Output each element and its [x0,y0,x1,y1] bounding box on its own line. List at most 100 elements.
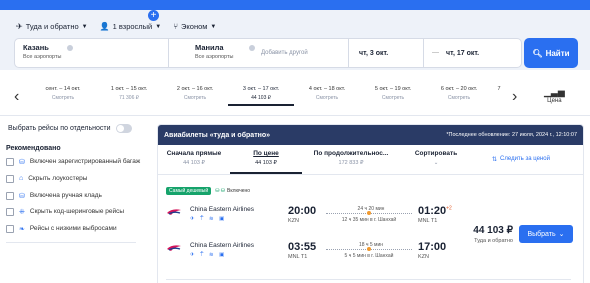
date-range: сент. – 14 окт. [45,86,81,92]
date-cell[interactable]: 5 окт. – 19 окт. Смотреть [360,86,426,106]
sort-value: 44 103 ₽ [255,160,277,166]
filter-checkbox[interactable]: ⌂ Скрыть лоукостеры [6,174,152,184]
top-band [0,0,590,10]
return-date-field[interactable]: — чт, 17 окт. [424,38,522,68]
luggage-icon: ⛁ ⛁ [215,188,225,194]
flight-segment-return: China Eastern Airlines ✈ ⍑ ≋ ▣ 03:55 MNL… [166,241,466,269]
search-bar: Казань Все аэропорты Манила Все аэропорт… [14,38,522,68]
trip-type-label: Туда и обратно [25,22,79,31]
person-icon: 👤 [99,22,110,31]
find-button[interactable]: 🔍︎ Найти [524,38,578,68]
date-price: Смотреть [183,95,207,101]
bag-icon: ⛁ [19,192,25,200]
arrival-airport: MNL T1 [418,218,438,224]
sort-label: Сортировать [414,150,458,157]
filter-label: Включен зарегистрированный багаж [29,158,141,165]
recommended-heading: Рекомендовано [6,145,61,152]
checkbox[interactable] [6,174,14,183]
departure-airport: KZN [288,218,299,224]
sort-value: 44 103 ₽ [183,160,205,166]
cabin-label: Эконом [181,22,208,31]
sort-price[interactable]: По цене 44 103 ₽ [230,145,302,174]
ticket-price: 44 103 ₽ [473,225,513,236]
checkbox[interactable] [6,225,14,234]
toggle-label: Выбрать рейсы по отдельности [8,125,111,132]
search-options: ✈ Туда и обратно ▼ 👤 1 взрослый ▼ ⑂ Экон… [16,22,216,31]
sort-value: 172 833 ₽ [338,160,364,166]
arrival-time-value: 17:00 [418,241,447,253]
from-sub: Все аэропорты [23,54,62,60]
arrival-airport: KZN [418,254,429,260]
toggle-switch[interactable] [115,124,132,133]
date-cell-active[interactable]: 3 окт. – 17 окт. 44 103 ₽ [228,86,294,106]
trip-type-select[interactable]: ✈ Туда и обратно ▼ [16,22,88,31]
passengers-select[interactable]: 👤 1 взрослый ▼ [100,22,162,31]
airline-logo [167,209,181,215]
date-cell[interactable]: сент. – 14 окт. Смотреть [30,86,96,106]
date-range: 1 окт. – 15 окт. [110,86,148,92]
filter-label: Рейсы с низкими выбросами [29,225,117,233]
choose-button[interactable]: Выбрать ⌄ [519,225,573,243]
separate-flights-toggle-row[interactable]: Выбрать рейсы по отдельности [8,124,152,133]
swap-icon[interactable]: + [148,10,159,21]
sort-direct[interactable]: Сначала прямые 44 103 ₽ [158,145,230,174]
leaf-icon: ❧ [19,226,25,234]
chevron-left-icon[interactable]: ‹ [14,88,19,106]
price-graph-button[interactable]: ▁▃▅ Цена [544,87,565,104]
to-field[interactable]: Манила Все аэропорты Добавить другой [169,38,349,68]
sort-label: Сначала прямые [166,150,222,157]
chevron-right-icon[interactable]: › [512,88,517,106]
day-offset: +2 [446,205,452,212]
stop-dot [367,211,371,215]
filter-checkbox[interactable]: ⁜ Скрыть код-шеринговые рейсы [6,208,152,217]
date-cell[interactable]: 7 [492,86,506,106]
date-cell[interactable]: 6 окт. – 20 окт. Смотреть [426,86,492,106]
filters-panel: Выбрать рейсы по отдельности Рекомендова… [6,124,152,243]
results-header: Авиабилеты «туда и обратно» *Последнее о… [158,125,583,145]
departure-time: 03:55 [288,241,317,253]
chevron-down-icon: ⌄ [433,160,439,166]
price-note: Туда и обратно [474,238,513,244]
tag-icon: ⌂ [19,174,24,182]
checkbox[interactable] [6,191,14,200]
filter-label: Скрыть лоукостеры [28,174,88,182]
sort-dropdown[interactable]: Сортировать ⌄ [400,145,472,174]
duration: 18 ч 5 мин [358,242,384,248]
date-price: Смотреть [51,95,75,101]
from-field[interactable]: Казань Все аэропорты [14,38,169,68]
depart-date-field[interactable]: чт, 3 окт. [349,38,424,68]
chevron-down-icon: ▼ [155,23,162,30]
airline-logo [167,245,181,251]
luggage-icon: ⛁ [19,159,25,166]
add-other-link[interactable]: Добавить другой [261,50,308,56]
filter-checkbox[interactable]: ⛁ Включен зарегистрированный багаж [6,158,152,167]
search-icon: 🔍︎ [532,48,543,58]
airline-name: China Eastern Airlines [190,242,254,249]
result-badges: Самый дешевый ⛁ ⛁ Включено [166,187,250,195]
cheapest-badge: Самый дешевый [166,187,212,195]
filter-checkbox[interactable]: ⛁ Включена ручная кладь [6,191,152,201]
sort-duration[interactable]: По продолжительнос... 172 833 ₽ [302,145,400,174]
date-range: 6 окт. – 20 окт. [440,86,478,92]
date-cells: сент. – 14 окт. Смотреть 1 окт. – 15 окт.… [30,86,506,106]
clear-icon[interactable] [67,45,73,51]
luggage-badge: ⛁ ⛁ Включено [215,188,250,194]
arrival-time: 01:20+2 [418,205,452,217]
date-cell[interactable]: 1 окт. – 15 окт. 71 306 ₽ [96,86,162,106]
clear-icon[interactable] [249,45,255,51]
date-cell[interactable]: 4 окт. – 18 окт. Смотреть [294,86,360,106]
last-updated: *Последнее обновление: 27 июля, 2024 г.,… [446,132,577,138]
follow-price-link[interactable]: ⇅ Следить за ценой [492,145,550,174]
date-price: 44 103 ₽ [251,95,271,101]
luggage-label: Включено [226,188,251,194]
filter-checkbox[interactable]: ❧ Рейсы с низкими выбросами [6,225,152,234]
date-cell[interactable]: 2 окт. – 16 окт. Смотреть [162,86,228,106]
cabin-select[interactable]: ⑂ Эконом ▼ [173,22,216,31]
date-price: Смотреть [381,95,405,101]
sort-tabs: Сначала прямые 44 103 ₽ По цене 44 103 ₽ П… [158,145,583,175]
arrival-time-value: 01:20 [418,205,447,217]
date-range: 3 окт. – 17 окт. [242,86,280,92]
checkbox[interactable] [6,208,14,217]
checkbox[interactable] [6,158,14,166]
filter-label: Включена ручная кладь [29,191,102,199]
